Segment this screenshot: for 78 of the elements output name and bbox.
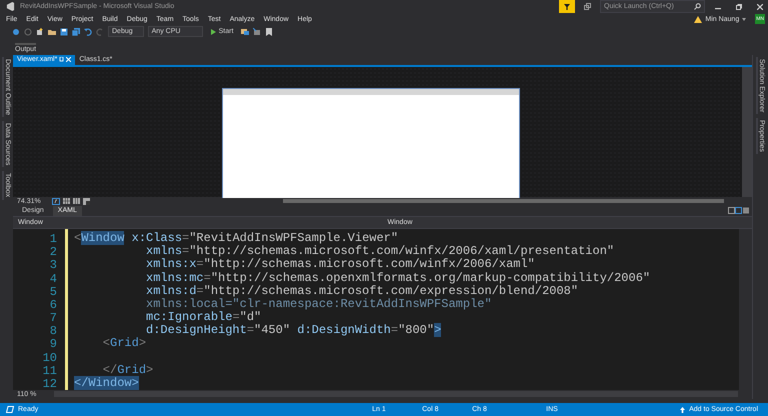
line-number: 5: [50, 284, 57, 298]
code-token: =: [182, 244, 190, 258]
code-token: =: [196, 257, 204, 272]
code-token: =: [246, 323, 254, 338]
code-token: </: [74, 376, 88, 390]
code-token: =: [182, 230, 190, 245]
code-token: d:DesignHeight: [146, 323, 247, 338]
code-token: <: [74, 230, 82, 245]
snap-icon[interactable]: [82, 198, 90, 205]
code-token: "http://schemas.microsoft.com/expression/blend/2008": [204, 284, 578, 298]
code-token: "450": [254, 323, 290, 338]
line-number: 6: [50, 298, 57, 312]
code-token: Grid: [110, 336, 139, 350]
new-project-icon[interactable]: [36, 28, 44, 36]
close-icon[interactable]: [757, 4, 763, 10]
line-number: 3: [50, 258, 57, 272]
play-icon: [210, 28, 216, 34]
code-token: xmlns: [145, 244, 182, 258]
code-token: =: [196, 284, 204, 298]
code-token: >: [138, 336, 146, 350]
scrollbar[interactable]: [742, 66, 752, 197]
line-number: 10: [42, 350, 57, 364]
window-icon[interactable]: [584, 3, 591, 10]
scrollbar[interactable]: [739, 228, 752, 390]
code-token: =: [390, 323, 398, 338]
save-icon[interactable]: [60, 28, 68, 36]
code-token: "http://schemas.microsoft.com/winfx/2006/xaml": [204, 257, 535, 272]
code-token: Grid: [117, 362, 146, 377]
formula-icon[interactable]: [52, 198, 60, 205]
forward-icon[interactable]: [24, 28, 32, 36]
line-number: 7: [50, 311, 57, 324]
warning-icon: [694, 16, 702, 22]
code-token: xmlns:mc: [145, 270, 204, 285]
feedback-icon[interactable]: [559, 0, 575, 13]
code-token: mc:Ignorable: [145, 310, 232, 324]
code-token: "http://schemas.microsoft.com/winfx/2006/xaml/presentation": [189, 244, 614, 258]
code-token: "d": [240, 310, 262, 324]
vs-logo-icon: [6, 2, 15, 11]
split-layout-icon[interactable]: [728, 207, 750, 214]
back-icon[interactable]: [12, 28, 20, 36]
caret-icon: [742, 18, 746, 20]
line-number: 9: [50, 337, 57, 351]
code-token: "http://schemas.openxmlformats.org/markup-compatibility/2006": [210, 270, 650, 285]
code-token: d:DesignWidth: [296, 323, 391, 338]
line-number: 2: [50, 245, 57, 258]
line-number: 12: [42, 377, 57, 390]
pin-icon: [59, 57, 64, 62]
status-icon: [6, 406, 14, 413]
code-token: xmlns:local="clr-namespace:RevitAddInsWPFSample": [145, 296, 492, 311]
line-number: 8: [50, 324, 57, 338]
code-token: "RevitAddInsWPFSample.Viewer": [189, 230, 398, 245]
scrollbar[interactable]: [282, 199, 724, 204]
code-token: =: [232, 310, 240, 324]
code-token: x:Class: [130, 230, 182, 245]
code-token: <: [102, 336, 110, 350]
bookmark-icon[interactable]: [265, 28, 274, 36]
search-icon: [694, 3, 701, 10]
save-all-icon[interactable]: [72, 28, 80, 36]
code-token: xmlns:d: [145, 284, 196, 298]
code-token: </: [102, 362, 118, 377]
toolbar-tool-icon[interactable]: [253, 28, 262, 36]
code-token: >: [146, 362, 154, 377]
restore-icon[interactable]: [736, 4, 742, 10]
code-token: >: [434, 323, 442, 338]
code-token: "800": [398, 323, 434, 338]
code-token: Window: [88, 376, 132, 390]
scrollbar[interactable]: [54, 391, 738, 398]
toolbar-tool-icon[interactable]: [241, 28, 250, 36]
grid-icon[interactable]: [72, 198, 80, 204]
code-token: xmlns:x: [145, 257, 196, 272]
line-number: 4: [50, 272, 57, 285]
upload-icon: [680, 406, 686, 412]
folder-icon[interactable]: [48, 28, 56, 36]
code-token: =: [204, 270, 211, 285]
line-number: 1: [50, 232, 57, 246]
grid-icon[interactable]: [62, 198, 70, 204]
line-number: 11: [42, 364, 57, 378]
undo-icon[interactable]: [84, 28, 92, 36]
